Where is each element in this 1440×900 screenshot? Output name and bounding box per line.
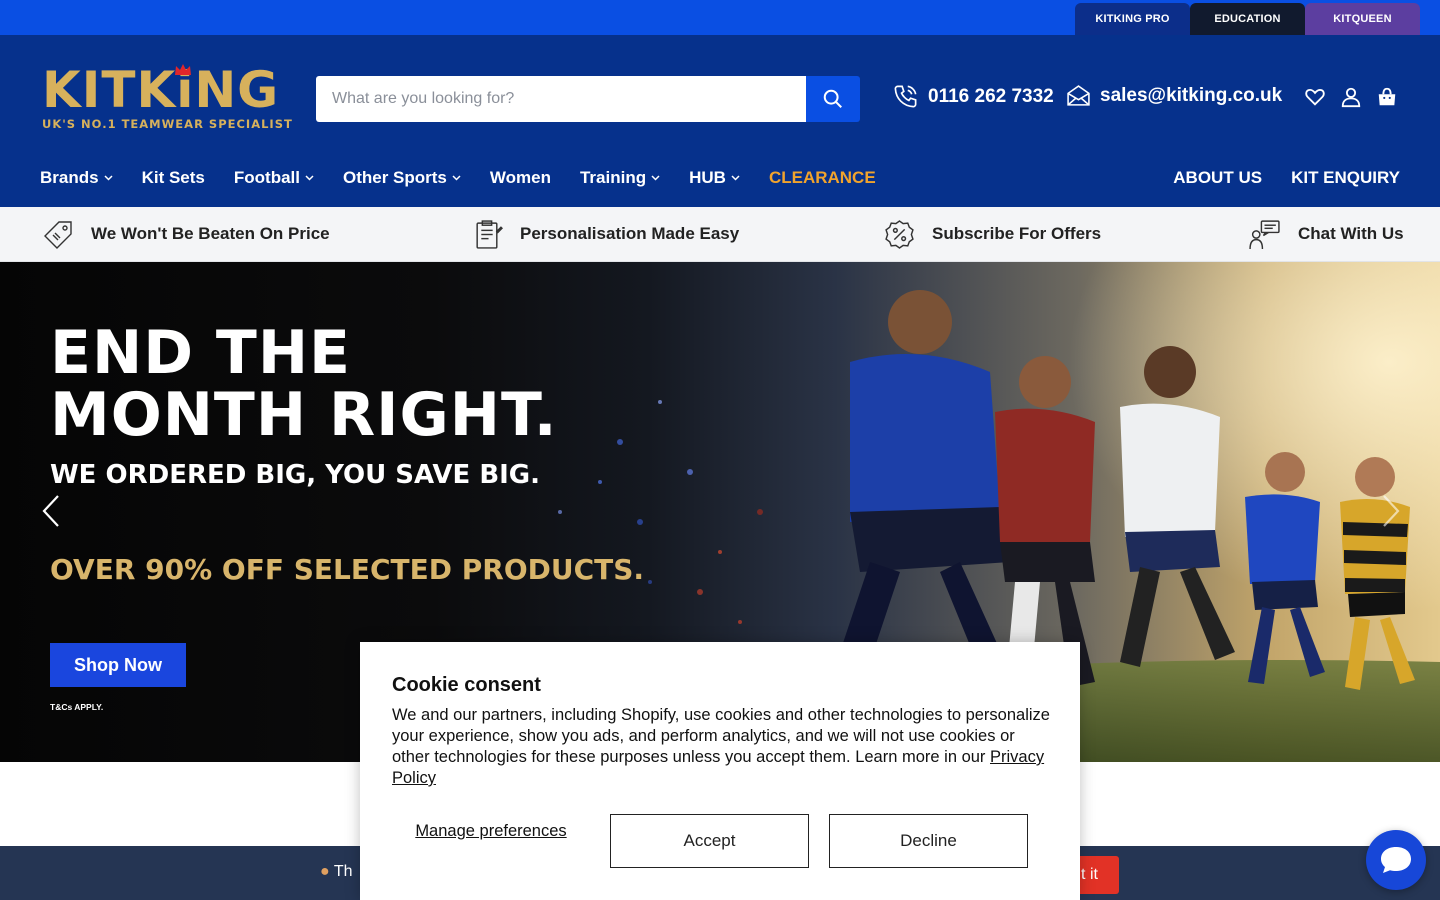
logo[interactable]: KITKiNG UK'S NO.1 TEAMWEAR SPECIALIST bbox=[42, 61, 293, 135]
wishlist-button[interactable] bbox=[1303, 85, 1327, 109]
chevron-down-icon bbox=[104, 175, 113, 181]
search-icon bbox=[823, 89, 842, 108]
hero-headline: END THE MONTH RIGHT. bbox=[50, 322, 558, 446]
usp-personalisation[interactable]: Personalisation Made Easy bbox=[472, 218, 739, 250]
logo-tagline: UK'S NO.1 TEAMWEAR SPECIALIST bbox=[42, 117, 293, 131]
nav-label: Football bbox=[233, 168, 300, 187]
nav-label: Other Sports bbox=[342, 168, 447, 187]
heart-icon bbox=[1305, 89, 1325, 106]
tab-education[interactable]: EDUCATION bbox=[1190, 3, 1305, 35]
nav-label: HUB bbox=[689, 168, 726, 187]
phone-number: 0116 262 7332 bbox=[928, 85, 1054, 107]
store-switcher: KITKING PRO EDUCATION KITQUEEN bbox=[1075, 3, 1420, 35]
cookie-strip-label: Th bbox=[333, 863, 353, 880]
search-input[interactable] bbox=[316, 76, 806, 122]
usp-label: We Won't Be Beaten On Price bbox=[91, 224, 330, 243]
tab-kitqueen[interactable]: KITQUEEN bbox=[1305, 3, 1420, 35]
usp-chat[interactable]: Chat With Us bbox=[1248, 218, 1404, 250]
cookie-body: We and our partners, including Shopify, … bbox=[392, 705, 1052, 789]
manage-preferences-link[interactable]: Manage preferences bbox=[392, 822, 590, 841]
usp-label: Personalisation Made Easy bbox=[520, 224, 740, 243]
nav-label: Kit Sets bbox=[141, 168, 205, 187]
cookie-consent-dialog: Cookie consent We and our partners, incl… bbox=[360, 642, 1080, 900]
nav-label: Training bbox=[579, 168, 647, 187]
crown-icon bbox=[175, 64, 191, 75]
usp-price[interactable]: We Won't Be Beaten On Price bbox=[44, 218, 330, 250]
phone-icon bbox=[894, 85, 917, 108]
carousel-next-icon[interactable] bbox=[1380, 494, 1402, 528]
header-actions bbox=[1303, 85, 1399, 109]
chevron-down-icon bbox=[731, 175, 740, 181]
email-link[interactable]: sales@kitking.co.uk bbox=[1066, 83, 1282, 108]
hero-headline-line1: END THE bbox=[50, 318, 352, 388]
nav-label: Brands bbox=[40, 168, 99, 187]
usp-label: Subscribe For Offers bbox=[932, 224, 1102, 243]
cookie-title: Cookie consent bbox=[392, 674, 541, 696]
hero-offer: OVER 90% OFF SELECTED PRODUCTS. bbox=[50, 553, 645, 586]
search-button[interactable] bbox=[806, 76, 860, 122]
chevron-down-icon bbox=[305, 175, 314, 181]
nav-training[interactable]: Training bbox=[580, 168, 660, 188]
secondary-nav: ABOUT US KIT ENQUIRY bbox=[1144, 167, 1400, 189]
shop-now-button[interactable]: Shop Now bbox=[50, 643, 186, 687]
decline-button[interactable]: Decline bbox=[829, 814, 1028, 868]
chevron-down-icon bbox=[452, 175, 461, 181]
hero-subtitle: WE ORDERED BIG, YOU SAVE BIG. bbox=[50, 460, 541, 490]
hero-headline-line2: MONTH RIGHT. bbox=[50, 380, 558, 450]
email-address: sales@kitking.co.uk bbox=[1100, 84, 1283, 106]
cart-icon bbox=[1378, 87, 1396, 106]
nav-label: CLEARANCE bbox=[768, 168, 876, 187]
nav-about-us[interactable]: ABOUT US bbox=[1173, 168, 1262, 188]
nav-other-sports[interactable]: Other Sports bbox=[343, 168, 461, 188]
phone-link[interactable]: 0116 262 7332 bbox=[892, 83, 1054, 110]
nav-football[interactable]: Football bbox=[234, 168, 314, 188]
site-header: KITKiNG UK'S NO.1 TEAMWEAR SPECIALIST 01… bbox=[0, 35, 1440, 207]
main-nav: Brands Kit Sets Football Other Sports Wo… bbox=[40, 167, 905, 189]
nav-kit-sets[interactable]: Kit Sets bbox=[142, 168, 205, 188]
logo-wordmark: KITKiNG bbox=[42, 61, 280, 119]
mail-icon bbox=[1067, 85, 1090, 106]
cookie-icon: ● bbox=[320, 863, 330, 880]
nav-clearance[interactable]: CLEARANCE bbox=[769, 168, 876, 188]
accept-button[interactable]: Accept bbox=[610, 814, 809, 868]
usp-bar: We Won't Be Beaten On Price Personalisat… bbox=[0, 207, 1440, 262]
tab-kitking-pro[interactable]: KITKING PRO bbox=[1075, 3, 1190, 35]
clipboard-icon bbox=[476, 219, 503, 249]
top-bar: KITKING PRO EDUCATION KITQUEEN bbox=[0, 0, 1440, 35]
nav-hub[interactable]: HUB bbox=[689, 168, 740, 188]
chevron-down-icon bbox=[651, 175, 660, 181]
chat-bubble-icon bbox=[1381, 847, 1411, 873]
usp-label: Chat With Us bbox=[1298, 224, 1404, 243]
chat-launcher[interactable] bbox=[1366, 830, 1426, 890]
nav-kit-enquiry[interactable]: KIT ENQUIRY bbox=[1291, 168, 1400, 188]
hero-terms: T&Cs APPLY. bbox=[50, 702, 104, 712]
cart-button[interactable] bbox=[1375, 85, 1399, 109]
account-icon bbox=[1341, 87, 1361, 108]
usp-subscribe[interactable]: Subscribe For Offers bbox=[884, 218, 1101, 250]
account-button[interactable] bbox=[1339, 85, 1363, 109]
search-bar bbox=[316, 76, 860, 122]
percent-badge-icon bbox=[885, 219, 914, 249]
nav-brands[interactable]: Brands bbox=[40, 168, 113, 188]
price-tag-icon bbox=[44, 221, 72, 249]
nav-label: Women bbox=[489, 168, 551, 187]
nav-women[interactable]: Women bbox=[490, 168, 551, 188]
carousel-prev-icon[interactable] bbox=[40, 494, 62, 528]
chat-person-icon bbox=[1249, 219, 1280, 249]
cookie-body-text: We and our partners, including Shopify, … bbox=[392, 706, 1050, 766]
cookie-strip-text: ● Th bbox=[320, 863, 353, 881]
